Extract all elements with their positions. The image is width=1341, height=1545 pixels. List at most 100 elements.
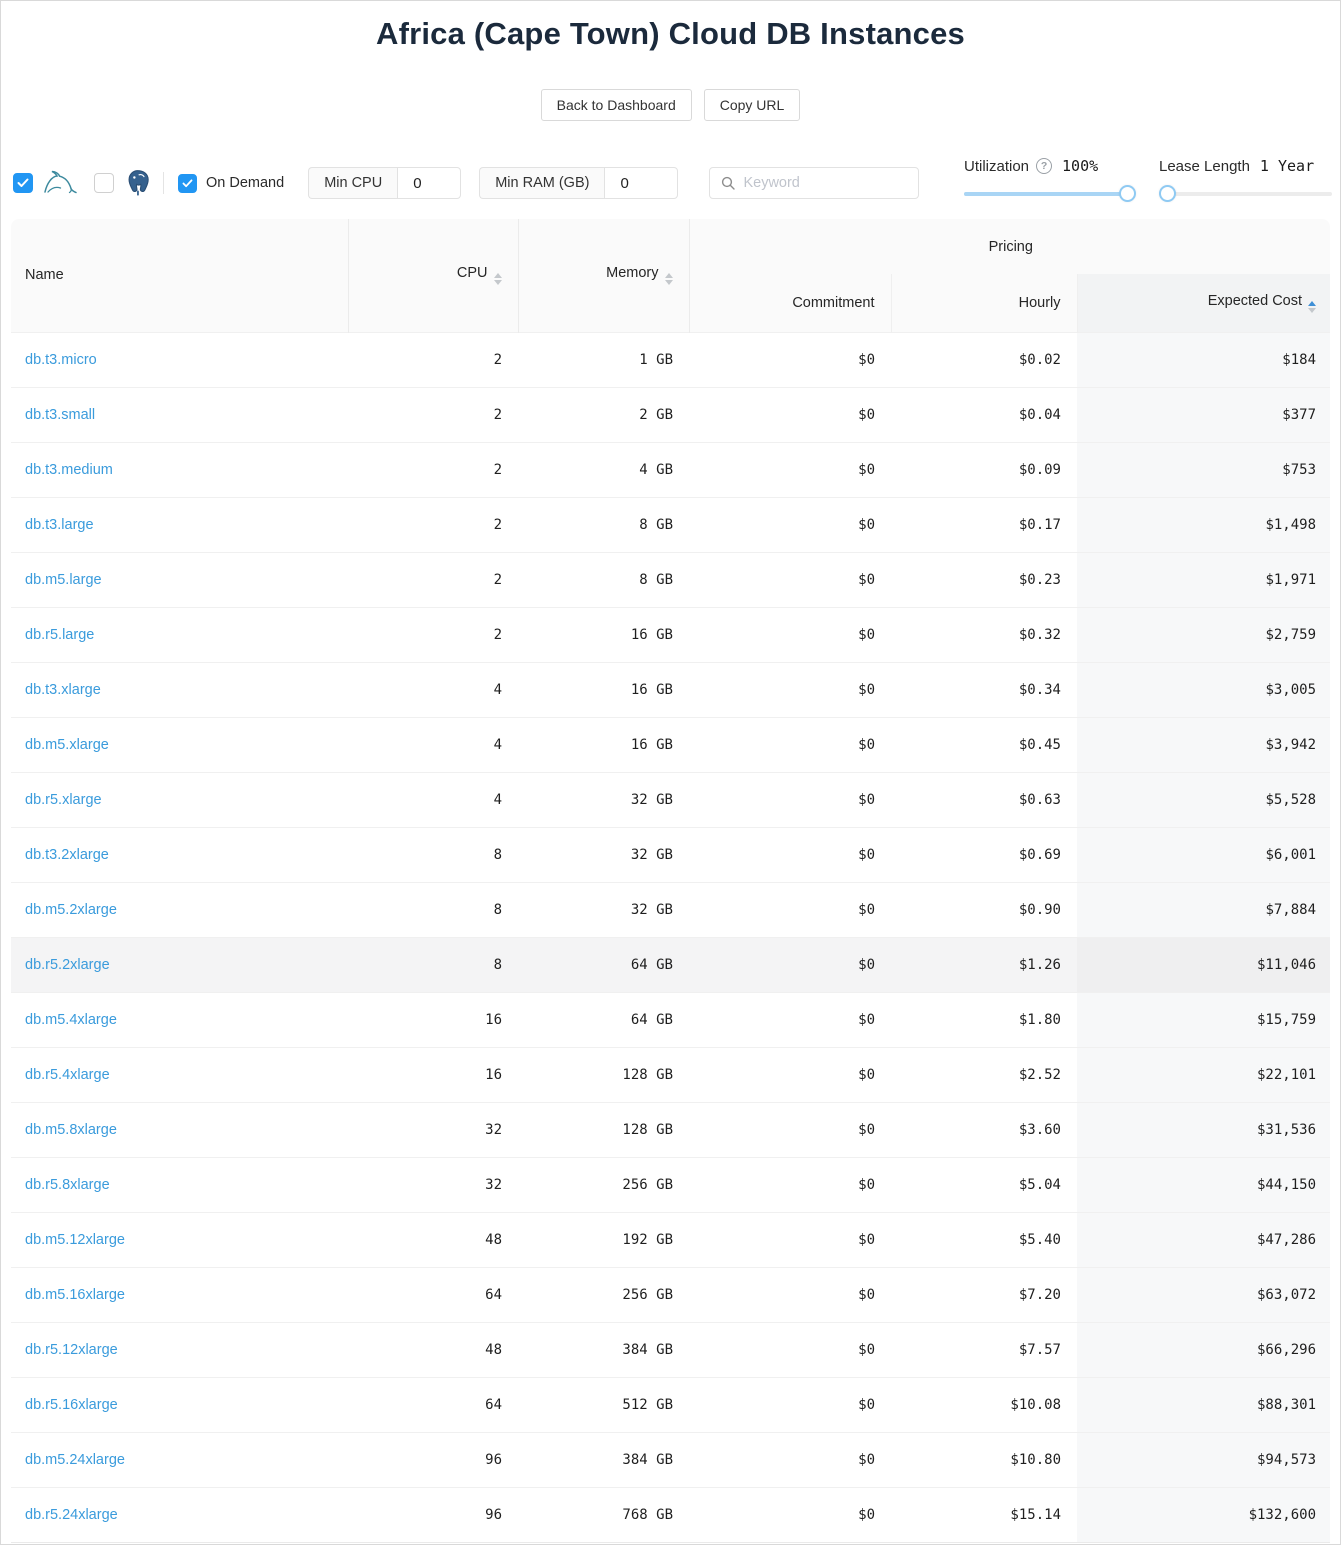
slider-track[interactable] [1159,192,1332,196]
cpu-value: 64 [348,1267,518,1322]
table-row[interactable]: db.m5.4xlarge 16 64 GB $0 $1.80 $15,759 [11,992,1330,1047]
instance-name-link[interactable]: db.t3.small [25,407,95,423]
table-row[interactable]: db.m5.12xlarge 48 192 GB $0 $5.40 $47,28… [11,1212,1330,1267]
table-row[interactable]: db.t3.micro 2 1 GB $0 $0.02 $184 [11,332,1330,387]
table-row[interactable]: db.t3.small 2 2 GB $0 $0.04 $377 [11,387,1330,442]
memory-value: 384 GB [518,1432,689,1487]
hourly-value: $15.14 [891,1487,1077,1542]
copy-url-button[interactable]: Copy URL [704,89,801,121]
table-row[interactable]: db.t3.xlarge 4 16 GB $0 $0.34 $3,005 [11,662,1330,717]
lease-length-slider-thumb[interactable] [1159,185,1176,202]
hourly-value: $0.04 [891,387,1077,442]
column-header-cpu[interactable]: CPU [348,219,518,332]
instance-name-link[interactable]: db.m5.16xlarge [25,1287,125,1303]
min-ram-input[interactable] [604,167,678,199]
table-row[interactable]: db.r5.24xlarge 96 768 GB $0 $15.14 $132,… [11,1487,1330,1542]
instance-name-link[interactable]: db.m5.8xlarge [25,1122,117,1138]
lease-length-label: Lease Length [1159,158,1250,175]
expected-cost-value: $11,046 [1077,937,1330,992]
table-row[interactable]: db.m5.2xlarge 8 32 GB $0 $0.90 $7,884 [11,882,1330,937]
utilization-slider[interactable] [964,185,1132,203]
divider [163,172,164,194]
instance-name-link[interactable]: db.t3.xlarge [25,682,101,698]
cpu-value: 8 [348,937,518,992]
lease-length-slider[interactable] [1159,185,1332,203]
hourly-value: $0.23 [891,552,1077,607]
table-row[interactable]: db.t3.2xlarge 8 32 GB $0 $0.69 $6,001 [11,827,1330,882]
instance-name-link[interactable]: db.r5.4xlarge [25,1067,110,1083]
instance-name-link[interactable]: db.t3.2xlarge [25,847,109,863]
column-header-memory[interactable]: Memory [518,219,689,332]
min-cpu-input[interactable] [397,167,461,199]
cpu-value: 4 [348,717,518,772]
page-title: Africa (Cape Town) Cloud DB Instances [1,13,1340,55]
expected-cost-value: $5,528 [1077,772,1330,827]
table-row[interactable]: db.t3.large 2 8 GB $0 $0.17 $1,498 [11,497,1330,552]
table-row[interactable]: db.r5.16xlarge 64 512 GB $0 $10.08 $88,3… [11,1377,1330,1432]
sort-carets-icon [665,273,673,285]
hourly-value: $10.80 [891,1432,1077,1487]
expected-cost-value: $6,001 [1077,827,1330,882]
commitment-value: $0 [689,882,891,937]
instance-name-link[interactable]: db.t3.micro [25,352,97,368]
on-demand-checkbox[interactable] [178,174,197,193]
instance-name-link[interactable]: db.r5.xlarge [25,792,102,808]
expected-cost-value: $94,573 [1077,1432,1330,1487]
instance-name-link[interactable]: db.r5.16xlarge [25,1397,118,1413]
memory-value: 16 GB [518,607,689,662]
table-row[interactable]: db.m5.8xlarge 32 128 GB $0 $3.60 $31,536 [11,1102,1330,1157]
instance-name-link[interactable]: db.r5.24xlarge [25,1507,118,1523]
cpu-value: 16 [348,1047,518,1102]
mysql-checkbox[interactable] [13,173,33,193]
table-row[interactable]: db.r5.8xlarge 32 256 GB $0 $5.04 $44,150 [11,1157,1330,1212]
cpu-value: 4 [348,662,518,717]
cpu-value: 96 [348,1432,518,1487]
utilization-label: Utilization [964,158,1029,175]
table-row[interactable]: db.m5.16xlarge 64 256 GB $0 $7.20 $63,07… [11,1267,1330,1322]
instance-name-link[interactable]: db.r5.2xlarge [25,957,110,973]
commitment-value: $0 [689,717,891,772]
column-header-hourly: Hourly [891,274,1077,332]
instance-name-link[interactable]: db.m5.large [25,572,102,588]
lease-length-value: 1 Year [1260,157,1314,175]
table-row[interactable]: db.m5.large 2 8 GB $0 $0.23 $1,971 [11,552,1330,607]
expected-cost-value: $1,971 [1077,552,1330,607]
instance-name-link[interactable]: db.m5.xlarge [25,737,109,753]
memory-value: 8 GB [518,552,689,607]
instance-name-link[interactable]: db.r5.8xlarge [25,1177,110,1193]
instance-name-link[interactable]: db.m5.4xlarge [25,1012,117,1028]
table-row[interactable]: db.r5.12xlarge 48 384 GB $0 $7.57 $66,29… [11,1322,1330,1377]
memory-value: 64 GB [518,992,689,1047]
postgres-checkbox[interactable] [94,173,114,193]
back-to-dashboard-button[interactable]: Back to Dashboard [541,89,692,121]
instance-name-link[interactable]: db.r5.large [25,627,94,643]
keyword-input[interactable] [743,175,907,191]
instance-name-link[interactable]: db.r5.12xlarge [25,1342,118,1358]
instance-name-link[interactable]: db.m5.24xlarge [25,1452,125,1468]
column-header-expected-cost[interactable]: Expected Cost [1077,274,1330,332]
table-row[interactable]: db.r5.xlarge 4 32 GB $0 $0.63 $5,528 [11,772,1330,827]
instance-name-link[interactable]: db.m5.12xlarge [25,1232,125,1248]
instance-name-link[interactable]: db.t3.medium [25,462,113,478]
expected-cost-value: $3,005 [1077,662,1330,717]
commitment-value: $0 [689,497,891,552]
instance-name-link[interactable]: db.m5.2xlarge [25,902,117,918]
table-row[interactable]: db.m5.24xlarge 96 384 GB $0 $10.80 $94,5… [11,1432,1330,1487]
expected-cost-value: $184 [1077,332,1330,387]
table-row[interactable]: db.r5.2xlarge 8 64 GB $0 $1.26 $11,046 [11,937,1330,992]
table-row[interactable]: db.m5.xlarge 4 16 GB $0 $0.45 $3,942 [11,717,1330,772]
expected-cost-value: $66,296 [1077,1322,1330,1377]
expected-cost-value: $31,536 [1077,1102,1330,1157]
instances-table: Name CPU Memory Pricing Commitment Hourl… [11,219,1330,1543]
hourly-value: $5.40 [891,1212,1077,1267]
hourly-value: $0.69 [891,827,1077,882]
help-circle-icon[interactable]: ? [1036,158,1052,174]
utilization-slider-thumb[interactable] [1119,185,1136,202]
table-row[interactable]: db.r5.large 2 16 GB $0 $0.32 $2,759 [11,607,1330,662]
table-row[interactable]: db.t3.medium 2 4 GB $0 $0.09 $753 [11,442,1330,497]
expected-cost-value: $88,301 [1077,1377,1330,1432]
check-icon [17,178,29,188]
instance-name-link[interactable]: db.t3.large [25,517,94,533]
keyword-search-box[interactable] [709,167,919,199]
table-row[interactable]: db.r5.4xlarge 16 128 GB $0 $2.52 $22,101 [11,1047,1330,1102]
